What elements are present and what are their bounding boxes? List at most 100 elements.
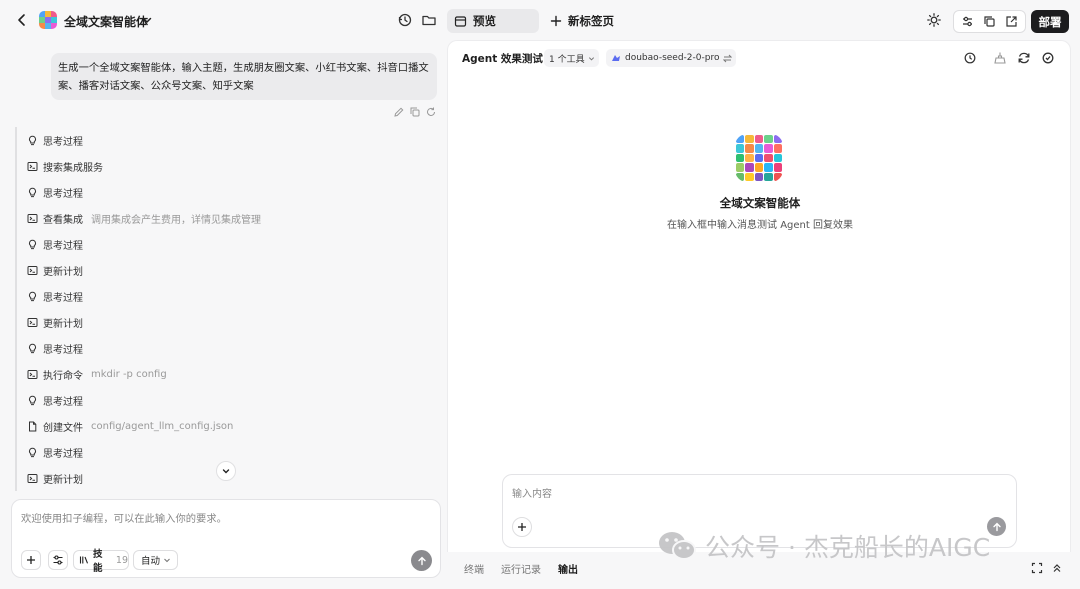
scroll-down-button[interactable] xyxy=(216,461,236,481)
attach-button[interactable] xyxy=(21,550,41,570)
edit-icon[interactable] xyxy=(393,106,405,118)
app-name[interactable]: 全域文案智能体 xyxy=(64,13,148,30)
open-external-icon[interactable] xyxy=(1005,15,1018,28)
agent-step[interactable]: 思考过程 xyxy=(15,231,435,257)
settings-sliders-icon[interactable] xyxy=(961,15,974,28)
agent-step[interactable]: 创建文件 config/agent_llm_config.json xyxy=(15,413,435,439)
preview-panel: Agent 效果测试 1 个工具 doubao-seed-2-0-pro 全域文… xyxy=(447,40,1071,552)
agent-step[interactable]: 更新计划 xyxy=(15,257,435,283)
agent-step[interactable]: 思考过程 xyxy=(15,127,435,153)
chat-input-placeholder[interactable]: 欢迎使用扣子编程，可以在此输入你的要求。 xyxy=(21,510,227,525)
bulb-icon xyxy=(27,291,38,302)
copy-icon[interactable] xyxy=(409,106,421,118)
agent-step-label: 执行命令 xyxy=(43,370,83,382)
agent-step-label: 思考过程 xyxy=(43,396,83,408)
terminal-icon xyxy=(27,265,38,276)
tab-preview-label: 预览 xyxy=(473,14,496,28)
mode-select[interactable]: 自动 xyxy=(133,550,178,570)
new-tab-button[interactable]: 新标签页 xyxy=(550,13,614,29)
new-tab-label: 新标签页 xyxy=(568,14,614,28)
agent-step[interactable]: 更新计划 xyxy=(15,309,435,335)
tab-terminal[interactable]: 终端 xyxy=(464,561,484,576)
chat-input-box[interactable]: 欢迎使用扣子编程，可以在此输入你的要求。 技能 19 自动 xyxy=(11,499,441,578)
agent-step-label: 思考过程 xyxy=(43,188,83,200)
tab-run-log[interactable]: 运行记录 xyxy=(501,561,541,576)
settings-sliders-icon xyxy=(52,554,64,566)
folder-icon[interactable] xyxy=(421,12,437,28)
agent-step[interactable]: 搜索集成服务 xyxy=(15,153,435,179)
chevron-down-icon xyxy=(163,556,171,564)
app-logo xyxy=(39,11,57,29)
history-icon[interactable] xyxy=(963,51,977,65)
browser-window-icon xyxy=(454,15,467,28)
top-bar: 全域文案智能体 预览 新标签页 部署 xyxy=(0,0,1080,40)
theme-sun-icon[interactable] xyxy=(926,12,942,28)
arrow-up-icon xyxy=(992,522,1002,532)
swap-icon xyxy=(723,54,733,63)
bulb-icon xyxy=(27,395,38,406)
agent-step-label: 思考过程 xyxy=(43,136,83,148)
tool-select[interactable]: 1 个工具 xyxy=(544,49,599,67)
watermark-text: 公众号 · 杰克船长的AIGC xyxy=(705,533,991,562)
agent-hint: 在输入框中输入消息测试 Agent 回复效果 xyxy=(667,220,853,231)
wechat-icon xyxy=(657,530,697,562)
terminal-icon xyxy=(27,473,38,484)
terminal-icon xyxy=(27,369,38,380)
chevron-down-icon[interactable] xyxy=(140,13,154,27)
agent-step-label: 更新计划 xyxy=(43,318,83,330)
preview-title: Agent 效果测试 xyxy=(462,53,543,65)
sync-icon[interactable] xyxy=(1041,51,1055,65)
bulb-icon xyxy=(27,135,38,146)
agent-step[interactable]: 执行命令 mkdir -p config xyxy=(15,361,435,387)
preview-input-placeholder[interactable]: 输入内容 xyxy=(512,485,552,500)
refresh-icon[interactable] xyxy=(1017,51,1031,65)
file-icon xyxy=(27,421,38,432)
copy-icon[interactable] xyxy=(983,15,996,28)
history-icon[interactable] xyxy=(397,12,413,28)
back-arrow-icon[interactable] xyxy=(14,12,30,28)
agent-step-detail: mkdir -p config xyxy=(91,368,167,380)
agent-step-label: 更新计划 xyxy=(43,266,83,278)
agent-name: 全域文案智能体 xyxy=(719,196,801,210)
model-select[interactable]: doubao-seed-2-0-pro xyxy=(606,49,736,67)
mode-label: 自动 xyxy=(141,556,161,567)
retry-icon[interactable] xyxy=(425,106,437,118)
watermark: 公众号 · 杰克船长的AIGC xyxy=(657,528,990,564)
terminal-icon xyxy=(27,317,38,328)
skills-button[interactable]: 技能 19 xyxy=(73,549,129,574)
options-button[interactable] xyxy=(48,550,68,570)
deploy-button[interactable]: 部署 xyxy=(1031,10,1069,33)
model-logo-icon xyxy=(611,53,621,63)
fullscreen-icon[interactable] xyxy=(1031,562,1043,574)
agent-step-detail: config/agent_llm_config.json xyxy=(91,420,234,432)
chevron-down-icon xyxy=(588,55,595,62)
agent-step-label: 搜索集成服务 xyxy=(43,162,103,174)
agent-step-detail: 调用集成会产生费用，详情见集成管理 xyxy=(91,214,261,226)
agent-step[interactable]: 思考过程 xyxy=(15,335,435,361)
agent-step-label: 创建文件 xyxy=(43,422,83,434)
terminal-icon xyxy=(27,161,38,172)
agent-step-label: 查看集成 xyxy=(43,214,83,226)
agent-step[interactable]: 思考过程 xyxy=(15,179,435,205)
top-right-tools xyxy=(953,10,1026,33)
bulb-icon xyxy=(27,343,38,354)
tab-preview[interactable]: 预览 xyxy=(447,9,539,33)
agent-step[interactable]: 思考过程 xyxy=(15,387,435,413)
collapse-up-icon[interactable] xyxy=(1051,562,1063,574)
skills-label: 技能 xyxy=(93,549,103,574)
chevron-down-icon xyxy=(221,466,231,476)
clean-brush-icon[interactable] xyxy=(993,51,1007,65)
plus-icon xyxy=(517,522,527,532)
agent-step-label: 更新计划 xyxy=(43,474,83,486)
plus-icon xyxy=(550,15,562,27)
agent-step[interactable]: 查看集成 调用集成会产生费用，详情见集成管理 xyxy=(15,205,435,231)
send-button[interactable] xyxy=(411,550,432,571)
attach-button[interactable] xyxy=(512,517,532,537)
agent-step-list: 思考过程 搜索集成服务 思考过程 查看集成 调用集成会产生费用，详情见集成管理 思考过程更… xyxy=(15,127,435,491)
agent-step-label: 思考过程 xyxy=(43,448,83,460)
user-message: 生成一个全域文案智能体，输入主题，生成朋友圈文案、小红书文案、抖音口播文案、播客… xyxy=(51,53,437,100)
agent-step[interactable]: 思考过程 xyxy=(15,283,435,309)
arrow-up-icon xyxy=(417,556,427,566)
tab-output[interactable]: 输出 xyxy=(558,561,578,576)
bulb-icon xyxy=(27,447,38,458)
